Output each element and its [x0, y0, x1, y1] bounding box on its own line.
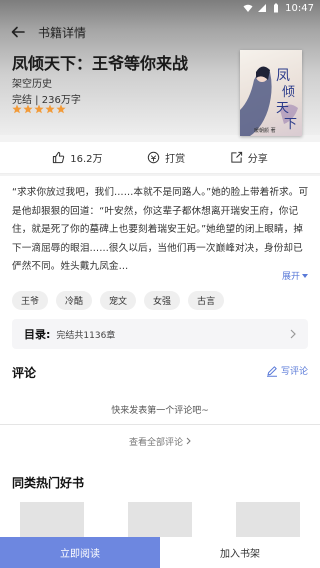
cover-title-char2: 倾 [282, 85, 295, 100]
expand-button[interactable]: 展开 [282, 269, 308, 282]
tag-list: 王爷 冷酷 宠文 女强 古言 [12, 291, 225, 310]
status-bar: 10:47 [0, 0, 320, 16]
empty-comment-text: 快来发表第一个评论吧~ [111, 406, 209, 416]
thumbs-up-icon [53, 151, 65, 164]
book-category: 架空历史 [12, 79, 52, 90]
star-icon [34, 104, 44, 114]
like-button[interactable]: 16.2万 [52, 150, 103, 165]
chevron-right-icon [186, 437, 191, 445]
reward-label: 打赏 [165, 154, 186, 165]
add-to-shelf-button[interactable]: 加入书架 [160, 537, 320, 568]
tag-item[interactable]: 女强 [144, 291, 181, 310]
cover-title-char3: 天 [276, 101, 289, 116]
write-comment-label: 写评论 [280, 367, 308, 377]
toc-label: 目录: [24, 328, 51, 341]
star-icon [23, 104, 33, 114]
tag-item[interactable]: 古言 [188, 291, 225, 310]
star-icon [56, 104, 66, 114]
book-cover[interactable]: 凤 倾 天 下 暖朝颜 著 [240, 50, 302, 136]
bottom-bar: 立即阅读 加入书架 [0, 537, 320, 568]
tag-item[interactable]: 宠文 [100, 291, 137, 310]
like-count: 16.2万 [70, 154, 103, 165]
divider [0, 424, 320, 425]
action-bar: 16.2万 打赏 分享 [0, 142, 320, 174]
book-title: 凤倾天下：王爷等你来战 [12, 54, 189, 73]
table-of-contents[interactable]: 目录: 完结共1136章 [12, 319, 308, 349]
write-comment-button[interactable]: 写评论 [266, 364, 308, 377]
comments-title: 评论 [12, 366, 37, 380]
cover-illustration: 凤 倾 天 下 暖朝颜 著 [240, 66, 298, 136]
expand-label: 展开 [281, 272, 300, 282]
reward-button[interactable]: 打赏 [147, 150, 185, 165]
share-label: 分享 [247, 154, 268, 165]
arrow-left-icon [11, 26, 25, 38]
cover-title-char1: 凤 [276, 68, 290, 84]
nav-bar: 书籍详情 [0, 18, 320, 46]
reward-icon [147, 151, 160, 164]
signal-icon [258, 4, 267, 12]
back-button[interactable] [4, 18, 32, 46]
tag-item[interactable]: 冷酷 [56, 291, 93, 310]
recommend-book-cover[interactable] [236, 502, 300, 542]
share-icon [231, 151, 242, 163]
cover-title-char4: 下 [284, 117, 297, 132]
view-all-label: 查看全部评论 [129, 438, 184, 448]
toc-info: 完结共1136章 [56, 330, 116, 341]
status-time: 10:47 [285, 2, 314, 14]
pencil-icon [266, 365, 277, 377]
tag-item[interactable]: 王爷 [12, 291, 49, 310]
star-icon [45, 104, 55, 114]
caret-down-icon [302, 273, 308, 278]
chevron-right-icon [290, 329, 296, 339]
battery-icon [274, 3, 279, 13]
wifi-icon [243, 4, 253, 12]
star-icon [12, 104, 22, 114]
view-all-comments-link[interactable]: 查看全部评论 [0, 435, 320, 448]
read-now-button[interactable]: 立即阅读 [0, 537, 160, 568]
cover-author: 暖朝颜 著 [254, 127, 276, 134]
page-title: 书籍详情 [38, 25, 87, 40]
recommend-section: 同类热门好书 [0, 460, 320, 542]
recommend-book-cover[interactable] [20, 502, 84, 542]
book-intro: “求求你放过我吧，我们……本就不是同路人。”她的脸上带着祈求。可是他却狠狠的回道… [12, 187, 309, 273]
recommend-book-cover[interactable] [128, 502, 192, 542]
share-button[interactable]: 分享 [230, 150, 268, 165]
book-rating [12, 104, 66, 114]
recommend-title: 同类热门好书 [12, 476, 85, 490]
